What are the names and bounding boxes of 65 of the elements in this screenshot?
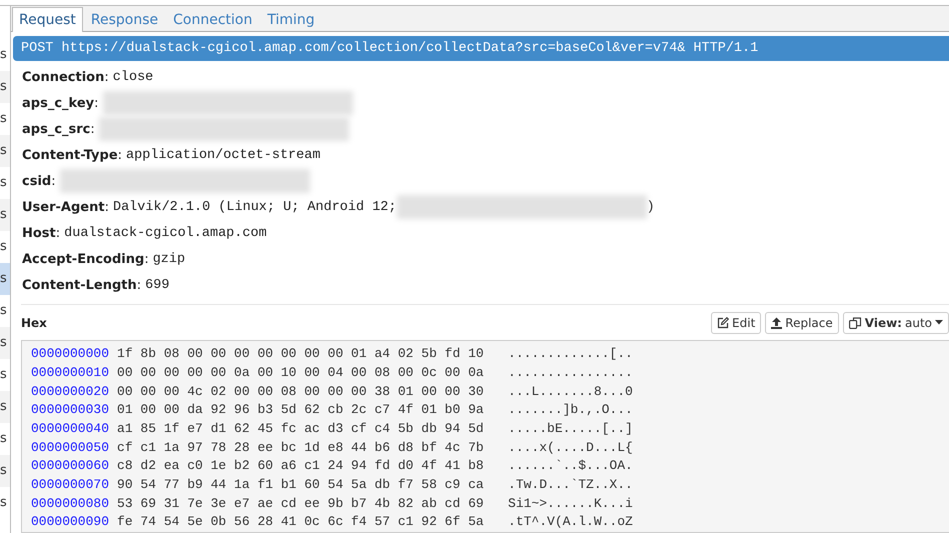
- header-name: Accept-Encoding:: [22, 252, 149, 267]
- upload-icon: [771, 316, 782, 329]
- list-item[interactable]: s: [0, 135, 10, 167]
- hex-bytes: a1 85 1f e7 d1 62 45 fc ac d3 cf c4 5b db 94 5d: [117, 420, 485, 438]
- hex-bytes: 00 00 00 00 00 0a 00 10 00 04 00 08 00 0c 00 0a: [117, 364, 485, 382]
- header-value: gzip: [152, 252, 186, 267]
- tab[interactable]: Response: [84, 7, 166, 32]
- list-item[interactable]: s: [0, 199, 10, 231]
- hex-offset: 0000000040: [31, 420, 110, 438]
- header-value: dualstack-cgicol.amap.com: [64, 226, 267, 241]
- ascii-text: .Tw.D...`TZ..X..: [508, 476, 633, 494]
- header-name: Connection:: [22, 70, 109, 85]
- ascii-text: .....bE.....[..]: [508, 420, 633, 438]
- tab[interactable]: Connection: [166, 7, 260, 32]
- header-name: Host:: [22, 226, 60, 241]
- hex-bytes: 53 69 31 7e 3e e7 ae cd ee 9b b7 4b 82 ab cd 69: [117, 494, 485, 513]
- edit-icon: [717, 316, 730, 329]
- ascii-text: ......`..$...OA.: [508, 457, 633, 476]
- ascii-text: ....x(....D...L{: [508, 438, 633, 457]
- hex-offset: 0000000060: [31, 457, 110, 476]
- edit-button[interactable]: Edit: [711, 312, 762, 334]
- hex-offset: 0000000010: [31, 364, 110, 382]
- hex-offset: 0000000080: [31, 494, 110, 513]
- ascii-text: .......]b.,.O...: [508, 401, 633, 420]
- header-name: User-Agent:: [22, 200, 109, 215]
- ascii-text: Si1~>......K...i: [508, 494, 633, 513]
- header-value: 699: [145, 278, 170, 293]
- header-value: application/octet-stream: [126, 148, 320, 163]
- hex-bytes: 01 00 00 da 92 96 b3 5d 62 cb 2c c7 4f 01 b0 9a: [117, 401, 485, 420]
- header-name: csid:: [22, 174, 56, 189]
- header-name: aps_c_src:: [22, 122, 95, 137]
- list-item[interactable]: s: [0, 263, 10, 295]
- caret-icon: [935, 320, 943, 326]
- hex-bytes: 00 00 00 4c 02 00 00 08 00 00 00 38 01 00 00 30: [117, 382, 485, 400]
- ascii-text: ...L.......8...0: [508, 382, 633, 400]
- header-value: close: [112, 70, 154, 85]
- hex-offset: 0000000000: [31, 345, 110, 364]
- replace-button[interactable]: Replace: [765, 312, 839, 334]
- copy-icon: [848, 316, 862, 329]
- view-dropdown[interactable]: View: auto: [842, 312, 949, 334]
- hex-bytes: 90 54 77 b9 44 1a f1 b1 60 54 5a db f7 58 c9 ca: [117, 476, 485, 494]
- header-name: aps_c_key:: [22, 96, 98, 111]
- header-value: Dalvik/2.1.0 (Linux; U; Android 12;: [112, 200, 397, 215]
- ascii-text: .tT^.V(A.l.W..oZ: [508, 513, 633, 532]
- header-value: ): [646, 200, 655, 215]
- hex-bytes: cf c1 1a 97 78 28 ee bc 1d e8 44 b6 d8 bf 4c 7b: [117, 438, 485, 457]
- hex-bytes: c8 d2 ea c0 1e b2 60 a6 c1 24 94 fd d0 4f 41 b8: [117, 457, 485, 476]
- header-name: Content-Length:: [22, 278, 142, 293]
- tab[interactable]: Timing: [260, 7, 322, 32]
- list-item[interactable]: s: [0, 455, 10, 487]
- list-item[interactable]: s: [0, 391, 10, 423]
- hex-offset: 0000000020: [31, 382, 110, 400]
- ascii-text: ................: [508, 364, 633, 382]
- tab[interactable]: Request: [12, 7, 83, 32]
- header-name: Content-Type:: [22, 148, 122, 163]
- list-item[interactable]: s: [0, 71, 10, 103]
- list-item[interactable]: s: [0, 327, 10, 359]
- body-label: Hex: [21, 316, 48, 330]
- hex-bytes: 1f 8b 08 00 00 00 00 00 00 00 01 a4 02 5b fd 10: [117, 345, 485, 364]
- hex-bytes: fe 74 54 5e 0b 56 28 41 0c 6c f4 57 c1 92 6f 5a: [117, 513, 485, 532]
- hex-offset: 0000000090: [31, 513, 110, 532]
- hex-offset: 0000000070: [31, 476, 110, 494]
- hex-offset: 0000000050: [31, 438, 110, 457]
- ascii-text: .............[..: [508, 345, 633, 364]
- hex-offset: 0000000030: [31, 401, 110, 420]
